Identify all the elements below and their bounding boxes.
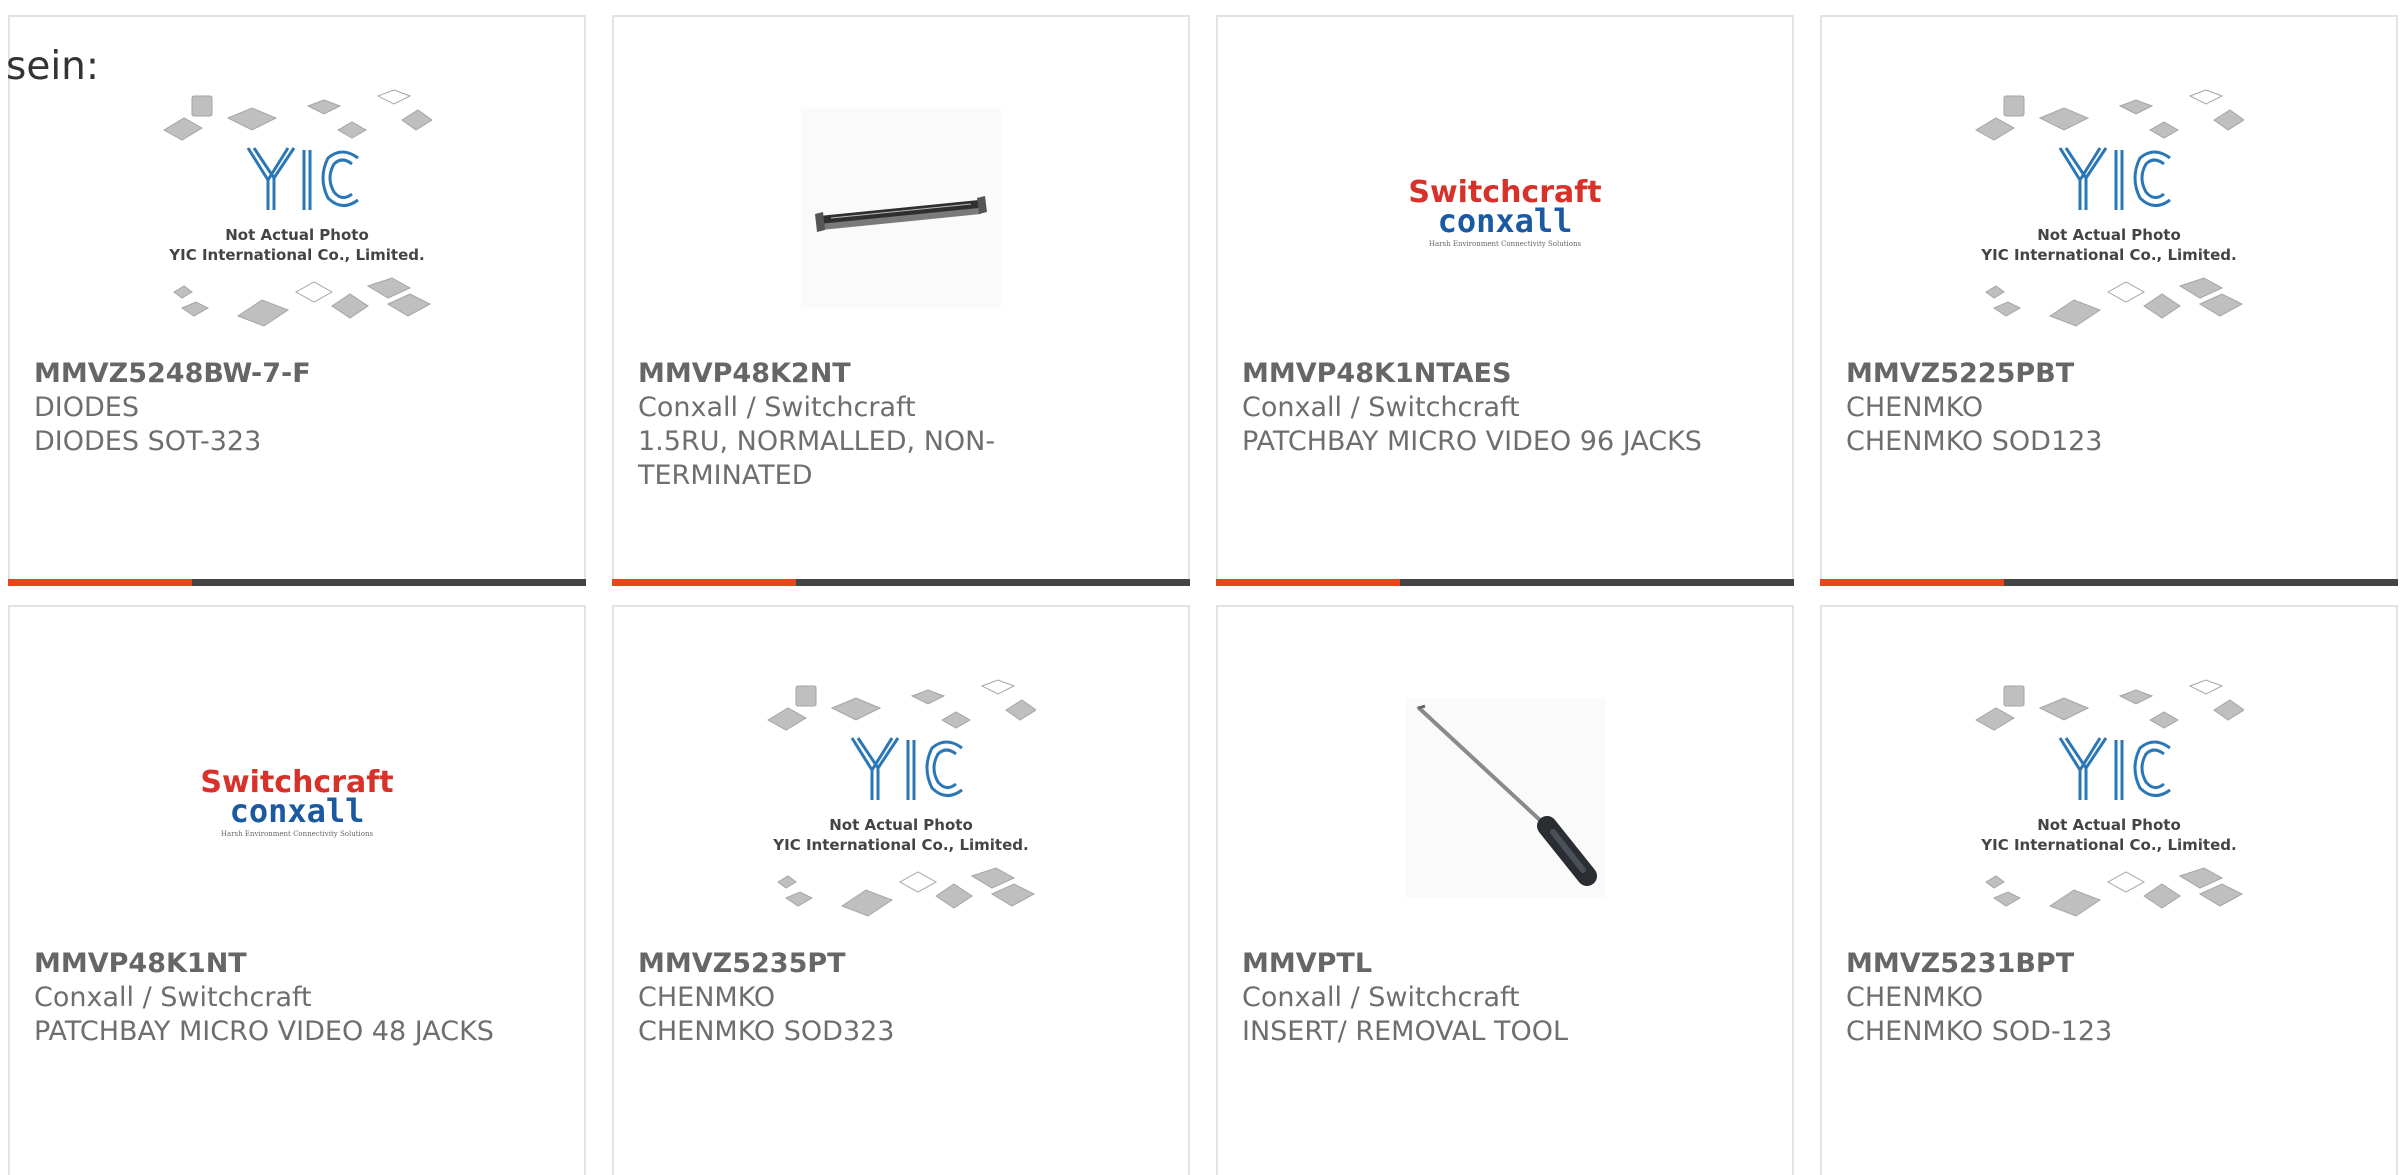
svg-text:Harsh Environment Connectivity: Harsh Environment Connectivity Solutions [221, 830, 374, 838]
svg-text:YIC International Co., Limited: YIC International Co., Limited. [1980, 836, 2236, 854]
description: INSERT/ REMOVAL TOOL [1242, 1016, 1569, 1047]
product-card[interactable]: Not Actual Photo YIC International Co., … [1820, 605, 2398, 1175]
svg-text:YIC International Co., Limited: YIC International Co., Limited. [1980, 246, 2236, 264]
manufacturer: Conxall / Switchcraft [1242, 982, 1520, 1013]
product-image: Switchcraft conxall Harsh Environment Co… [10, 635, 584, 960]
part-number[interactable]: MMVZ5231BPT [1846, 947, 2372, 981]
description: PATCHBAY MICRO VIDEO 48 JACKS [34, 1016, 494, 1047]
card-bottom-bar [1820, 579, 2398, 586]
part-number[interactable]: MMVZ5225PBT [1846, 357, 2372, 391]
yic-placeholder-icon: Not Actual Photo YIC International Co., … [1975, 88, 2244, 327]
product-image [614, 45, 1188, 370]
card-accent [8, 579, 192, 586]
product-card[interactable]: Switchcraft conxall Harsh Environment Co… [1216, 15, 1794, 586]
switchcraft-logo-icon: Switchcraft conxall Harsh Environment Co… [200, 765, 393, 838]
svg-text:Harsh Environment Connectivity: Harsh Environment Connectivity Solutions [1429, 240, 1582, 248]
switchcraft-logo-icon: Switchcraft conxall Harsh Environment Co… [1408, 175, 1601, 248]
yic-placeholder-icon: Not Actual Photo YIC International Co., … [163, 88, 432, 327]
product-card[interactable]: Switchcraft conxall Harsh Environment Co… [8, 605, 586, 1175]
yic-placeholder-icon: Not Actual Photo YIC International Co., … [767, 678, 1036, 917]
manufacturer: CHENMKO [1846, 982, 1984, 1013]
product-image: Switchcraft conxall Harsh Environment Co… [1218, 45, 1792, 370]
description: DIODES SOT-323 [34, 426, 262, 457]
manufacturer: DIODES [34, 392, 139, 423]
product-image: Not Actual Photo YIC International Co., … [1822, 45, 2396, 370]
svg-text:Not Actual Photo: Not Actual Photo [829, 816, 973, 834]
description: PATCHBAY MICRO VIDEO 96 JACKS [1242, 426, 1702, 457]
product-card[interactable]: Not Actual Photo YIC International Co., … [1820, 15, 2398, 586]
yic-placeholder-icon: Not Actual Photo YIC International Co., … [1975, 678, 2244, 917]
manufacturer: CHENMKO [638, 982, 776, 1013]
product-card[interactable]: MMVP48K2NT Conxall / Switchcraft 1.5RU, … [612, 15, 1190, 586]
description: CHENMKO SOD123 [1846, 426, 2103, 457]
part-number[interactable]: MMVP48K2NT [638, 357, 1164, 391]
description: CHENMKO SOD323 [638, 1016, 895, 1047]
svg-text:YIC International Co., Limited: YIC International Co., Limited. [168, 246, 424, 264]
card-bottom-bar [612, 579, 1190, 586]
svg-text:conxall: conxall [230, 792, 365, 830]
card-accent [1216, 579, 1400, 586]
manufacturer: Conxall / Switchcraft [1242, 392, 1520, 423]
svg-text:YIC International Co., Limited: YIC International Co., Limited. [772, 836, 1028, 854]
part-number[interactable]: MMVP48K1NT [34, 947, 560, 981]
svg-text:Not Actual Photo: Not Actual Photo [2037, 226, 2181, 244]
lead-text: sein: [6, 44, 100, 89]
card-accent [1820, 579, 2004, 586]
product-card[interactable]: Not Actual Photo YIC International Co., … [612, 605, 1190, 1175]
patchbay-photo-icon [801, 107, 1001, 308]
product-card[interactable]: MMVPTL Conxall / Switchcraft INSERT/ REM… [1216, 605, 1794, 1175]
product-image: Not Actual Photo YIC International Co., … [1822, 635, 2396, 960]
part-number[interactable]: MMVPTL [1242, 947, 1768, 981]
description: CHENMKO SOD-123 [1846, 1016, 2113, 1047]
manufacturer: CHENMKO [1846, 392, 1984, 423]
part-number[interactable]: MMVZ5248BW-7-F [34, 357, 560, 391]
product-image [1218, 635, 1792, 960]
svg-text:Not Actual Photo: Not Actual Photo [2037, 816, 2181, 834]
product-image: Not Actual Photo YIC International Co., … [614, 635, 1188, 960]
product-image: Not Actual Photo YIC International Co., … [10, 45, 584, 370]
manufacturer: Conxall / Switchcraft [34, 982, 312, 1013]
svg-text:conxall: conxall [1438, 202, 1573, 240]
manufacturer: Conxall / Switchcraft [638, 392, 916, 423]
card-bottom-bar [8, 579, 586, 586]
part-number[interactable]: MMVP48K1NTAES [1242, 357, 1768, 391]
tool-photo-icon [1405, 697, 1605, 898]
description: 1.5RU, NORMALLED, NON-TERMINATED [638, 426, 996, 491]
product-card[interactable]: Not Actual Photo YIC International Co., … [8, 15, 586, 586]
part-number[interactable]: MMVZ5235PT [638, 947, 1164, 981]
svg-text:Not Actual Photo: Not Actual Photo [225, 226, 369, 244]
card-accent [612, 579, 796, 586]
card-bottom-bar [1216, 579, 1794, 586]
